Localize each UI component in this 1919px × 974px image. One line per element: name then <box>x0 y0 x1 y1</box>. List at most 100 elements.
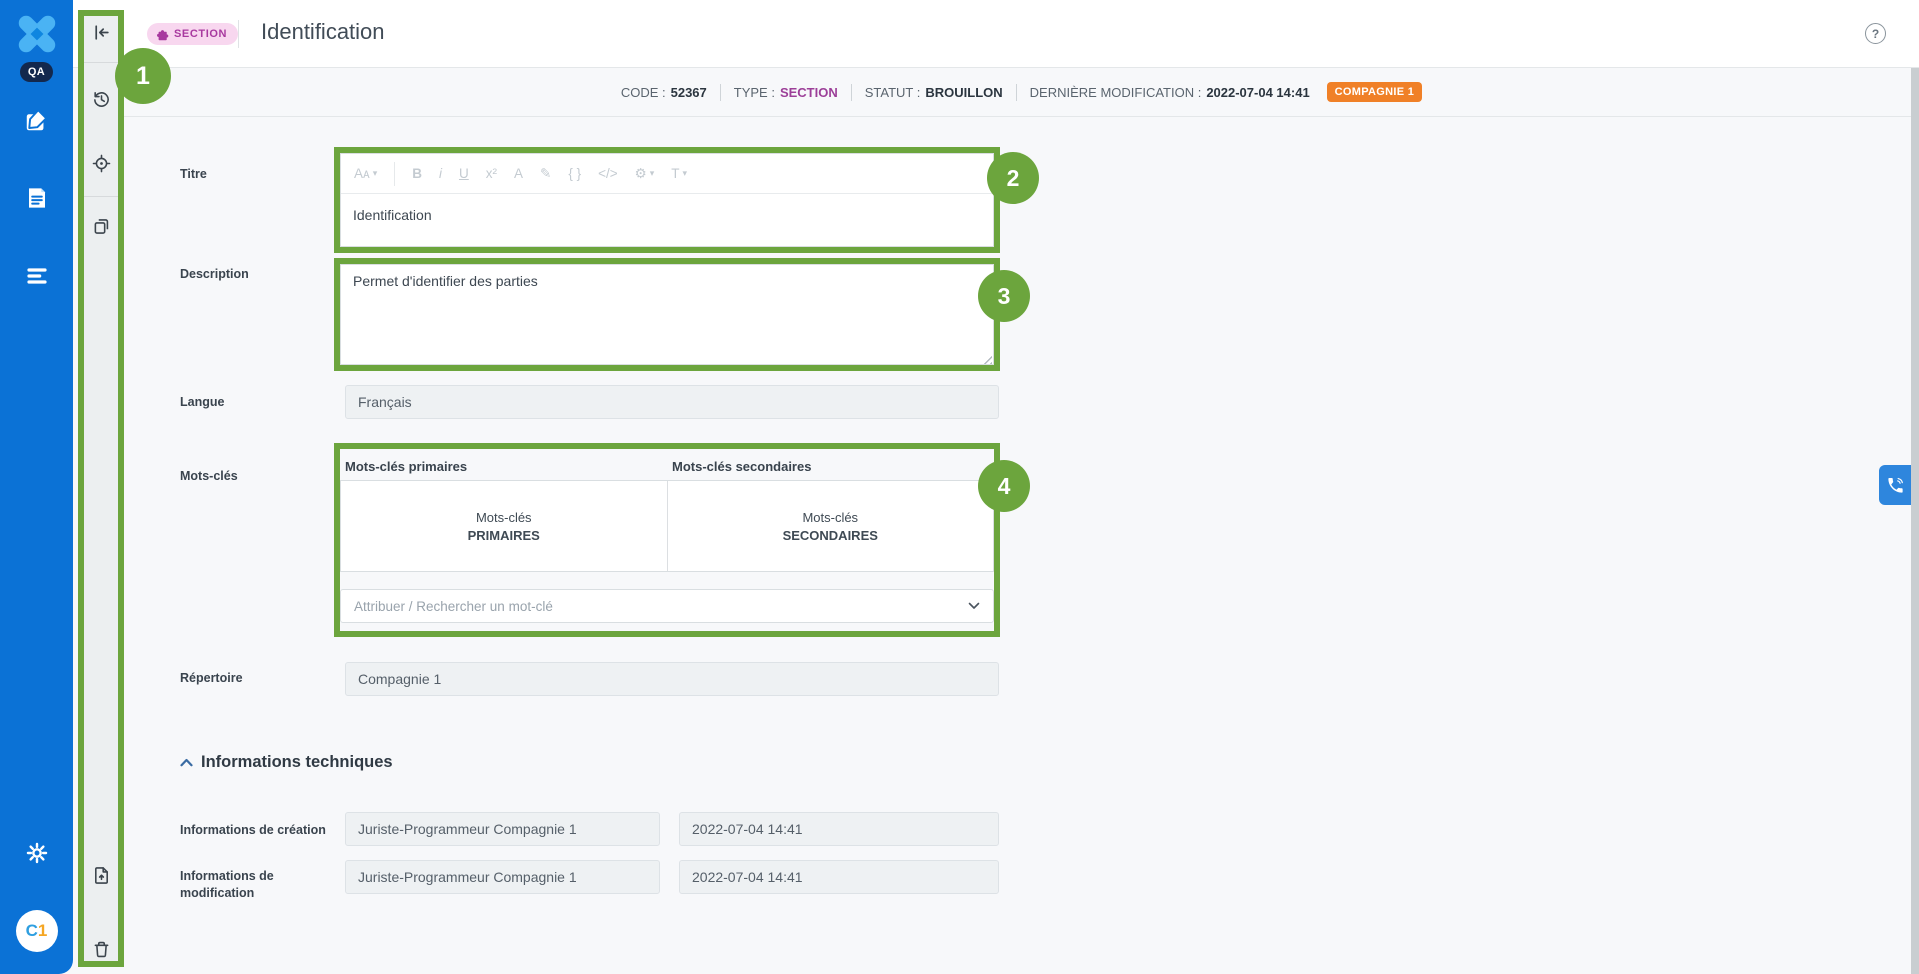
duplicate-button[interactable] <box>78 217 124 236</box>
font-size-icon: Aᴀ <box>354 166 370 181</box>
history-button[interactable] <box>78 90 124 109</box>
sidebar-item-list[interactable] <box>0 264 73 288</box>
description-textarea[interactable]: Permet d'identifier des parties <box>340 264 994 365</box>
meta-separator <box>851 84 852 101</box>
meta-type: TYPE : SECTION <box>734 85 838 100</box>
delete-button[interactable] <box>78 940 124 959</box>
editor-settings-button[interactable]: ⚙ ▾ <box>635 166 655 182</box>
highlight-pen-icon[interactable]: ✎ <box>540 166 551 182</box>
page-title: Identification <box>261 19 385 45</box>
tech-section-toggle[interactable]: Informations techniques <box>180 753 393 772</box>
braces-button[interactable]: { } <box>568 166 581 181</box>
langue-label: Langue <box>180 394 224 411</box>
tool-rail <box>78 10 124 967</box>
meta-code-label: CODE : <box>621 85 666 100</box>
motscles-primary-empty-line1: Mots-clés <box>476 510 532 525</box>
meta-type-value: SECTION <box>780 85 838 100</box>
annotation-step-2: 2 <box>987 152 1039 204</box>
motscles-search-dropdown[interactable]: Attribuer / Rechercher un mot-clé <box>340 589 994 623</box>
meta-separator <box>720 84 721 101</box>
meta-separator <box>1016 84 1017 101</box>
titre-input[interactable]: Identification <box>341 194 993 236</box>
text-style-button[interactable]: T ▾ <box>671 166 687 181</box>
creation-date-field <box>679 812 999 846</box>
list-icon <box>25 264 49 288</box>
superscript-button[interactable]: x² <box>486 166 497 181</box>
meta-code: CODE : 52367 <box>621 85 707 100</box>
sidebar-item-compose[interactable] <box>0 108 73 133</box>
editor-toolbar: Aᴀ ▾ B i U x² A ✎ { } </> ⚙ ▾ T ▾ <box>341 154 993 194</box>
avatar-letter: C <box>26 921 38 941</box>
modification-label: Informations de modification <box>180 868 305 902</box>
collapse-left-icon <box>92 23 111 42</box>
sidebar-item-documents[interactable] <box>0 186 73 210</box>
underline-button[interactable]: U <box>459 166 469 181</box>
motscles-secondary-panel[interactable]: Mots-clés SECONDAIRES <box>667 481 994 571</box>
meta-bar: CODE : 52367 TYPE : SECTION STATUT : BRO… <box>124 68 1919 117</box>
rail-divider <box>84 62 118 63</box>
caret-down-icon: ▾ <box>650 168 655 179</box>
motscles-primary-header: Mots-clés primaires <box>345 459 467 474</box>
motscles-search-placeholder: Attribuer / Rechercher un mot-clé <box>354 599 553 614</box>
toolbar-divider <box>394 162 395 186</box>
meta-code-value: 52367 <box>671 85 707 100</box>
phone-icon <box>1886 476 1905 495</box>
user-avatar[interactable]: C 1 <box>0 910 73 952</box>
x-logo-icon <box>16 13 58 55</box>
app-root: SECTION Identification ? CODE : 52367 TY… <box>0 0 1919 974</box>
avatar-digit: 1 <box>38 921 47 941</box>
motscles-secondary-empty-line1: Mots-clés <box>802 510 858 525</box>
sidebar-item-settings[interactable] <box>0 842 73 864</box>
copy-icon <box>92 217 111 236</box>
text-style-icon: T <box>671 166 679 181</box>
help-icon: ? <box>1872 27 1879 41</box>
rail-divider <box>84 196 118 197</box>
meta-type-label: TYPE : <box>734 85 775 100</box>
font-size-button[interactable]: Aᴀ ▾ <box>354 166 377 181</box>
locate-button[interactable] <box>78 154 124 173</box>
modification-date-field <box>679 860 999 894</box>
langue-field <box>345 385 999 419</box>
compose-icon <box>24 108 49 133</box>
meta-modified: DERNIÈRE MODIFICATION : 2022-07-04 14:41 <box>1030 85 1310 100</box>
italic-button[interactable]: i <box>439 166 442 181</box>
motscles-panels: Mots-clés PRIMAIRES Mots-clés SECONDAIRE… <box>340 480 994 572</box>
modification-user-field <box>345 860 660 894</box>
collapse-panel-button[interactable] <box>78 23 124 42</box>
meta-modified-value: 2022-07-04 14:41 <box>1206 85 1309 100</box>
text-color-button[interactable]: A <box>514 166 523 181</box>
caret-down-icon: ▾ <box>373 168 378 179</box>
history-icon <box>92 90 111 109</box>
motscles-primary-empty-line2: PRIMAIRES <box>468 528 540 543</box>
help-button[interactable]: ? <box>1865 23 1886 44</box>
company-badge: COMPAGNIE 1 <box>1327 82 1423 102</box>
qa-environment-badge: QA <box>0 62 73 82</box>
document-icon <box>25 186 49 210</box>
meta-modified-label: DERNIÈRE MODIFICATION : <box>1030 85 1202 100</box>
motscles-primary-panel[interactable]: Mots-clés PRIMAIRES <box>341 481 667 571</box>
scrollbar[interactable] <box>1911 68 1919 974</box>
type-badge-label: SECTION <box>174 28 227 40</box>
titre-editor: Aᴀ ▾ B i U x² A ✎ { } </> ⚙ ▾ T ▾ Identi… <box>340 153 994 247</box>
description-label: Description <box>180 266 249 283</box>
main-sidebar: QA C <box>0 0 73 974</box>
file-import-icon <box>92 866 111 885</box>
meta-status-value: BROUILLON <box>925 85 1002 100</box>
motscles-label: Mots-clés <box>180 468 238 485</box>
trash-icon <box>92 940 111 959</box>
bold-button[interactable]: B <box>412 166 422 181</box>
header-divider <box>238 20 239 48</box>
contact-phone-button[interactable] <box>1879 465 1911 505</box>
app-logo[interactable] <box>0 13 73 55</box>
avatar: C 1 <box>16 910 58 952</box>
qa-badge-label: QA <box>20 62 53 82</box>
tech-section-title: Informations techniques <box>201 753 393 772</box>
code-button[interactable]: </> <box>598 166 618 181</box>
gear-icon <box>26 842 48 864</box>
creation-label: Informations de création <box>180 822 326 839</box>
repertoire-field <box>345 662 999 696</box>
import-file-button[interactable] <box>78 866 124 885</box>
creation-user-field <box>345 812 660 846</box>
type-badge: SECTION <box>147 23 238 45</box>
caret-down-icon: ▾ <box>683 168 688 179</box>
